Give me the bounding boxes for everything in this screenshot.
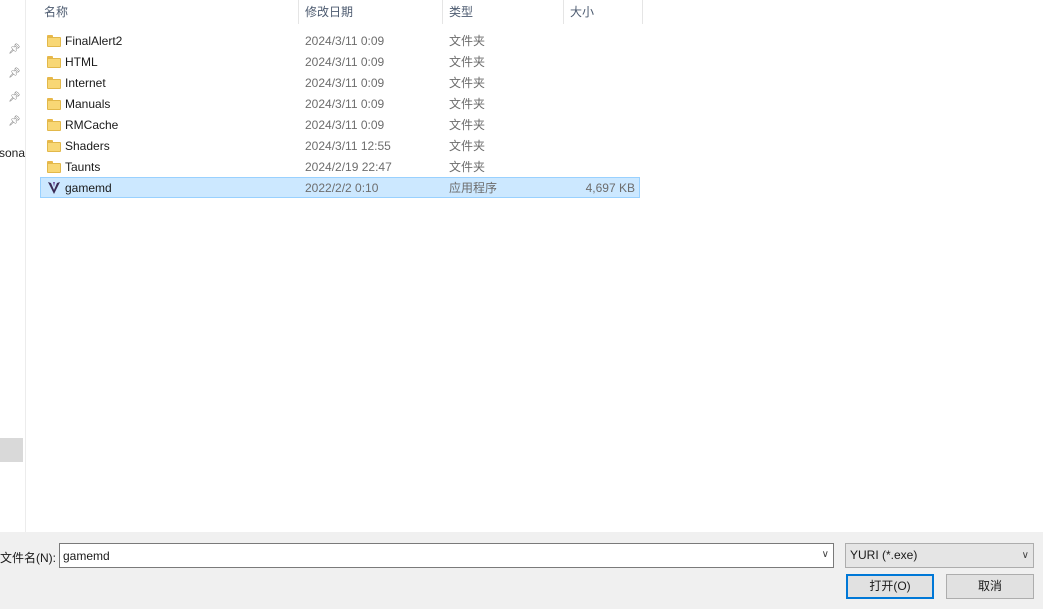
file-size: 4,697 KB — [585, 181, 635, 195]
file-date: 2024/3/11 0:09 — [305, 55, 385, 69]
pin-icon[interactable]: 📌︎ — [8, 116, 21, 128]
file-type: 文件夹 — [449, 118, 486, 132]
file-name: Internet — [65, 76, 106, 90]
nav-item-selected[interactable] — [0, 438, 23, 462]
file-row-manuals[interactable]: Manuals 2024/3/11 0:09 文件夹 — [40, 93, 640, 114]
folder-icon — [47, 119, 61, 131]
column-divider[interactable] — [642, 0, 643, 24]
chevron-down-icon[interactable]: ∨ — [822, 549, 829, 560]
file-type: 文件夹 — [449, 55, 486, 69]
file-name: Taunts — [65, 160, 101, 174]
column-header-date[interactable]: 修改日期 — [299, 0, 442, 24]
file-name: HTML — [65, 55, 98, 69]
file-date: 2024/3/11 12:55 — [305, 139, 391, 153]
pin-icon[interactable]: 📌︎ — [8, 44, 21, 56]
column-header-row: ∨ 名称 修改日期 类型 大小 — [26, 0, 1043, 24]
open-button[interactable]: 打开(O) — [846, 574, 934, 599]
file-type: 文件夹 — [449, 160, 486, 174]
filetype-value: YURI (*.exe) — [850, 548, 918, 562]
filetype-select[interactable]: YURI (*.exe) ∨ — [845, 543, 1034, 568]
file-row-gamemd[interactable]: gamemd 2022/2/2 0:10 应用程序 4,697 KB — [40, 177, 640, 198]
folder-icon — [47, 35, 61, 47]
file-date: 2024/3/11 0:09 — [305, 34, 385, 48]
file-name: gamemd — [65, 181, 112, 195]
file-row-html[interactable]: HTML 2024/3/11 0:09 文件夹 — [40, 51, 640, 72]
file-list: FinalAlert2 2024/3/11 0:09 文件夹 HTML 2024… — [40, 30, 640, 198]
column-header-type[interactable]: 类型 — [443, 0, 563, 24]
yuri-app-icon — [48, 182, 60, 194]
file-name: Shaders — [65, 139, 110, 153]
file-date: 2024/3/11 0:09 — [305, 118, 385, 132]
column-header-size[interactable]: 大小 — [564, 0, 642, 24]
column-header-name[interactable]: 名称 — [38, 0, 298, 24]
file-row-shaders[interactable]: Shaders 2024/3/11 12:55 文件夹 — [40, 135, 640, 156]
cancel-button[interactable]: 取消 — [946, 574, 1034, 599]
file-name: FinalAlert2 — [65, 34, 123, 48]
file-type: 文件夹 — [449, 97, 486, 111]
filename-input[interactable] — [60, 544, 800, 567]
file-row-internet[interactable]: Internet 2024/3/11 0:09 文件夹 — [40, 72, 640, 93]
file-date: 2022/2/2 0:10 — [305, 181, 379, 195]
pin-icon[interactable]: 📌︎ — [8, 68, 21, 80]
dialog-footer: 文件名(N): ∨ YURI (*.exe) ∨ 打开(O) 取消 — [0, 532, 1043, 609]
file-type: 应用程序 — [449, 181, 498, 195]
folder-icon — [47, 140, 61, 152]
file-date: 2024/2/19 22:47 — [305, 160, 392, 174]
file-type: 文件夹 — [449, 76, 486, 90]
nav-item-label[interactable]: sona — [0, 146, 25, 160]
file-row-finalalert2[interactable]: FinalAlert2 2024/3/11 0:09 文件夹 — [40, 30, 640, 51]
file-name: RMCache — [65, 118, 119, 132]
chevron-down-icon[interactable]: ∨ — [1022, 544, 1029, 567]
file-name: Manuals — [65, 97, 111, 111]
filename-label: 文件名(N): — [0, 551, 56, 565]
file-type: 文件夹 — [449, 34, 486, 48]
folder-icon — [47, 56, 61, 68]
file-type: 文件夹 — [449, 139, 486, 153]
filename-combobox[interactable]: ∨ — [59, 543, 834, 568]
file-row-rmcache[interactable]: RMCache 2024/3/11 0:09 文件夹 — [40, 114, 640, 135]
navigation-pane: 📌︎ 📌︎ 📌︎ 📌︎ sona — [0, 0, 26, 532]
folder-icon — [47, 98, 61, 110]
folder-icon — [47, 77, 61, 89]
file-row-taunts[interactable]: Taunts 2024/2/19 22:47 文件夹 — [40, 156, 640, 177]
pin-icon[interactable]: 📌︎ — [8, 92, 21, 104]
file-date: 2024/3/11 0:09 — [305, 97, 385, 111]
folder-icon — [47, 161, 61, 173]
file-date: 2024/3/11 0:09 — [305, 76, 385, 90]
